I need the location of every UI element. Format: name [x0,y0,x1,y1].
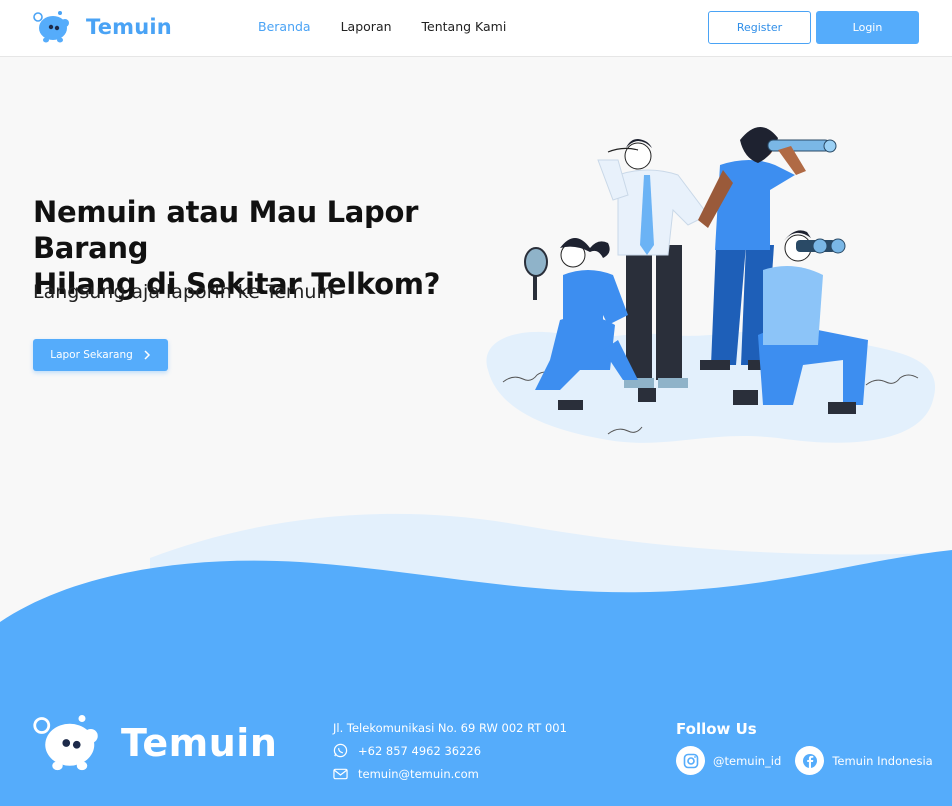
email-line: temuin@temuin.com [333,762,567,785]
hero-illustration [486,126,936,443]
lapor-sekarang-button[interactable]: Lapor Sekarang [33,339,168,371]
footer-brand[interactable]: Temuin [33,712,277,774]
address-text: Jl. Telekomunikasi No. 69 RW 002 RT 001 [333,720,567,735]
register-button[interactable]: Register [708,11,811,44]
brand-name: Temuin [86,15,172,39]
nav-link-beranda[interactable]: Beranda [258,19,311,34]
lapor-sekarang-label: Lapor Sekarang [50,349,133,361]
instagram-handle: @temuin_id [713,753,782,768]
phone-text[interactable]: +62 857 4962 36226 [358,744,481,758]
login-button[interactable]: Login [816,11,919,44]
hero-subtitle: Langsung aja laporin ke Temuin [33,281,334,303]
whatsapp-icon [333,743,348,758]
email-text[interactable]: temuin@temuin.com [358,767,479,781]
navbar: Temuin Beranda Laporan Tentang Kami Regi… [0,0,952,57]
phone-line: +62 857 4962 36226 [333,739,567,762]
address-line: Jl. Telekomunikasi No. 69 RW 002 RT 001 [333,716,567,739]
temuin-mascot-icon [33,715,98,771]
footer-contact: Jl. Telekomunikasi No. 69 RW 002 RT 001 … [333,716,567,785]
instagram-icon [676,746,705,775]
main-nav: Beranda Laporan Tentang Kami [258,19,506,34]
nav-link-laporan[interactable]: Laporan [341,19,392,34]
facebook-icon [795,746,825,775]
instagram-link[interactable]: @temuin_id [676,746,781,775]
follow-us-title: Follow Us [676,720,757,738]
footer-follow-us: Follow Us @temuin_id Temuin Indonesia [676,720,933,775]
hero-title-line-1: Nemuin atau Mau Lapor Barang [33,195,419,265]
facebook-page-name: Temuin Indonesia [832,753,933,768]
brand-logo[interactable]: Temuin [32,10,172,44]
mail-icon [333,768,348,779]
nav-link-tentang-kami[interactable]: Tentang Kami [422,19,507,34]
facebook-link[interactable]: Temuin Indonesia [795,746,933,775]
chevron-right-icon [144,350,150,360]
social-links: @temuin_id Temuin Indonesia [676,746,933,775]
temuin-mascot-icon [33,11,69,43]
footer-brand-name: Temuin [121,721,278,765]
